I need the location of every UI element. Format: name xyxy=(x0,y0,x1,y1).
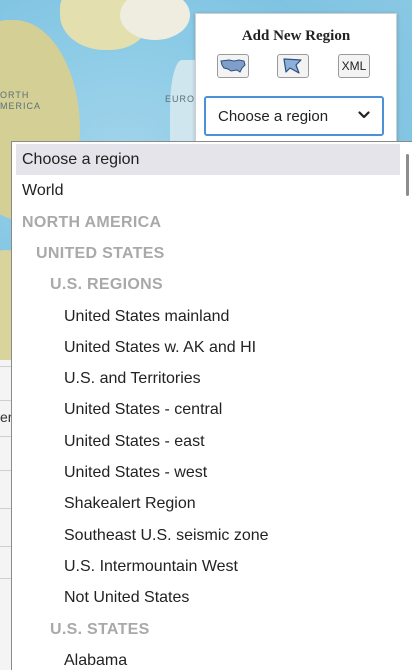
import-xml-button[interactable]: XML xyxy=(338,54,370,78)
dropdown-group-header: UNITED STATES xyxy=(36,244,165,262)
dropdown-option[interactable]: United States - west xyxy=(16,457,400,488)
draw-polygon-button[interactable] xyxy=(277,54,309,78)
panel-title: Add New Region xyxy=(241,28,351,44)
polygon-icon xyxy=(283,58,302,74)
map-label-america: MERICA xyxy=(0,101,42,111)
dropdown-option[interactable]: United States - east xyxy=(16,426,400,457)
xml-button-label: XML xyxy=(341,59,367,73)
chevron-down-icon xyxy=(358,111,370,119)
region-dropdown-list[interactable]: Choose a region World NORTH AMERICA UNITED … xyxy=(11,141,412,670)
dropdown-group-header: U.S. STATES xyxy=(50,620,150,638)
add-region-panel: Add New Region XML Choose a region xyxy=(195,13,397,150)
dropdown-option[interactable]: United States - central xyxy=(16,394,400,425)
dropdown-option[interactable]: Shakealert Region xyxy=(16,488,400,519)
map-label-north: ORTH xyxy=(0,90,30,100)
dropdown-group-header: U.S. REGIONS xyxy=(50,276,163,294)
dropdown-option[interactable]: Not United States xyxy=(16,582,400,613)
dropdown-option[interactable]: U.S. Intermountain West xyxy=(16,551,400,582)
region-select-value: Choose a region xyxy=(218,107,329,125)
dropdown-option[interactable]: Southeast U.S. seismic zone xyxy=(16,520,400,551)
dropdown-option[interactable]: United States w. AK and HI xyxy=(16,332,400,363)
dropdown-scrollbar[interactable] xyxy=(406,154,409,196)
dropdown-option[interactable]: United States mainland xyxy=(16,301,400,332)
dropdown-group-header: NORTH AMERICA xyxy=(22,213,162,231)
dropdown-option[interactable]: Alabama xyxy=(16,645,400,670)
draw-us-region-button[interactable] xyxy=(217,54,249,78)
dropdown-option[interactable]: U.S. and Territories xyxy=(16,363,400,394)
dropdown-option[interactable]: World xyxy=(16,175,400,206)
dropdown-option[interactable]: Choose a region xyxy=(16,144,400,175)
us-map-icon xyxy=(220,59,246,73)
region-select[interactable]: Choose a region xyxy=(204,96,384,136)
